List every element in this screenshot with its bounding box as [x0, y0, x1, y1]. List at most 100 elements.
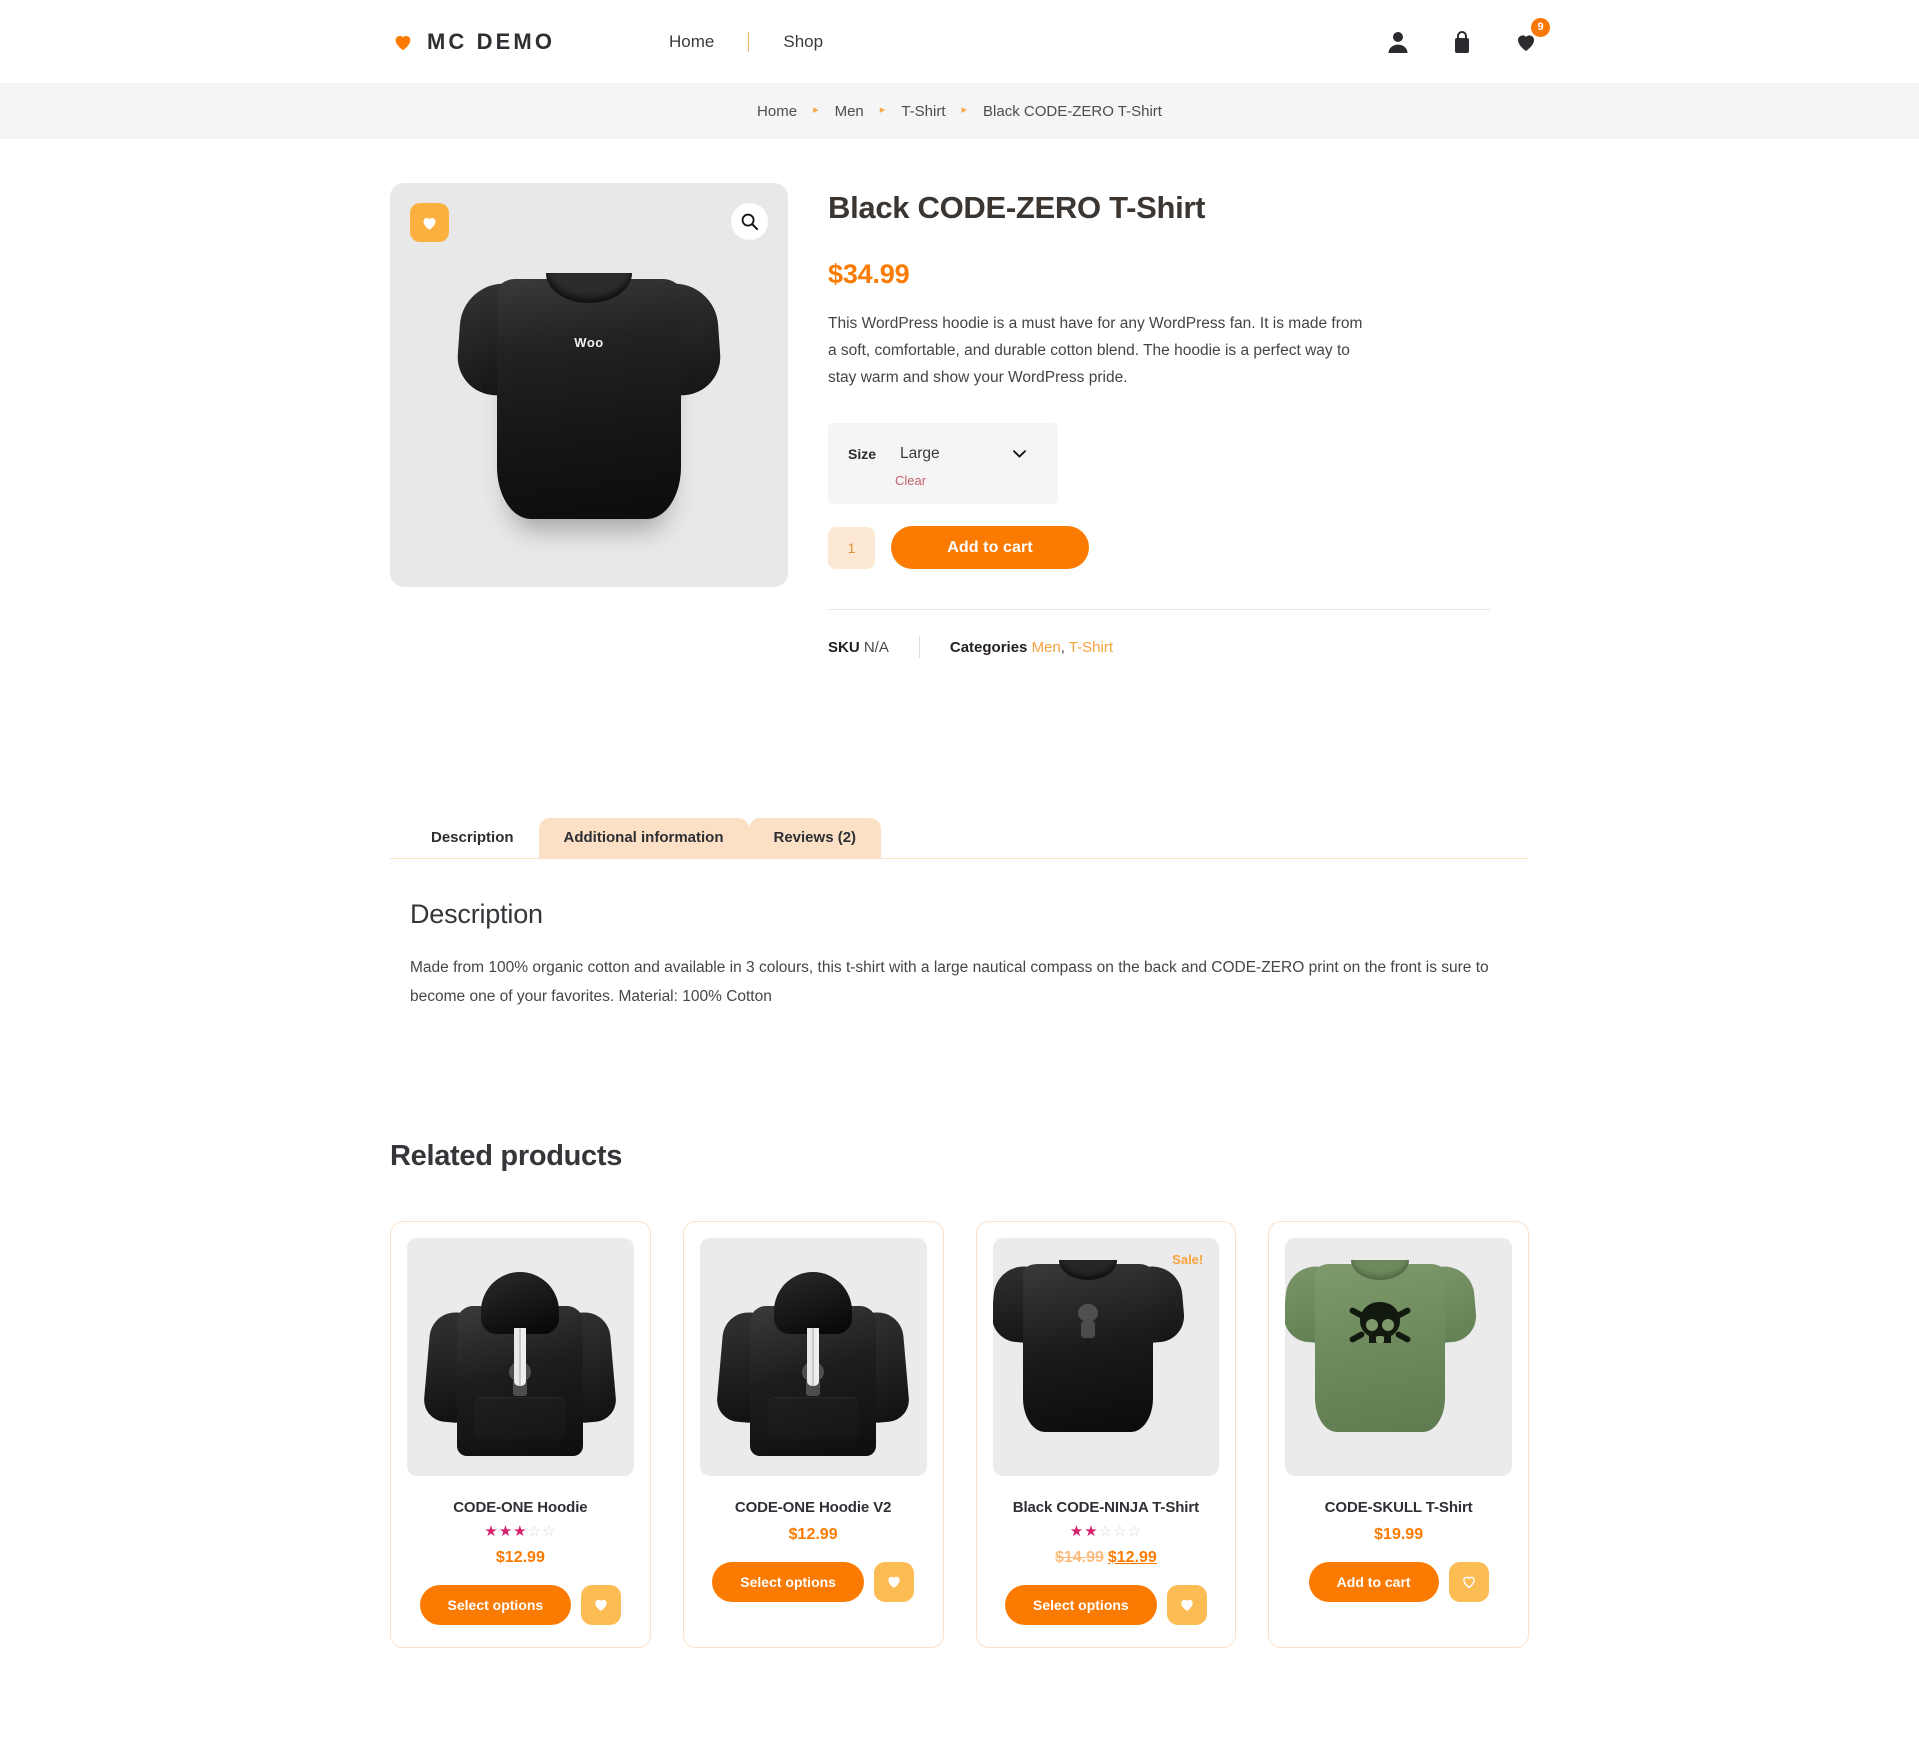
breadcrumb-item-men[interactable]: Men — [835, 103, 864, 120]
sku-value: N/A — [863, 638, 889, 656]
tshirt-art — [992, 1238, 1186, 1443]
breadcrumb-item-current: Black CODE-ZERO T-Shirt — [983, 102, 1162, 120]
nav-divider — [748, 31, 750, 52]
chevron-right-icon: ▸ — [879, 103, 886, 116]
breadcrumb-item-home[interactable]: Home — [757, 103, 797, 120]
breadcrumb-item-tshirt[interactable]: T-Shirt — [901, 103, 945, 120]
heart-icon[interactable] — [1166, 1584, 1207, 1625]
breadcrumb: Home ▸ Men ▸ T-Shirt ▸ Black CODE-ZERO T… — [757, 103, 1162, 120]
heart-icon[interactable] — [581, 1584, 622, 1625]
product-card-image[interactable] — [699, 1237, 927, 1476]
product-card-image[interactable] — [407, 1237, 634, 1476]
site-header: MC DEMO Home Shop 9 — [0, 0, 1919, 83]
quantity-input[interactable] — [828, 526, 875, 569]
product-gallery: Woo — [390, 183, 788, 658]
categories-label: Categories — [949, 638, 1028, 656]
nav-item-shop[interactable]: Shop — [749, 32, 857, 52]
page-title: Black CODE-ZERO T-Shirt — [828, 190, 1206, 225]
size-select[interactable]: Large Medium Small — [896, 441, 1031, 467]
tab-strip: Description Additional information Revie… — [390, 818, 1529, 859]
select-options-button[interactable]: Select options — [1005, 1584, 1157, 1625]
product-meta: SKU N/A Categories Men, T-Shirt — [828, 636, 1476, 659]
product-card-actions: Add to cart — [1285, 1561, 1512, 1602]
meta-vertical-divider — [918, 636, 920, 659]
tab-underline — [390, 858, 1529, 860]
tab-panel-description: Description Made from 100% organic cotto… — [390, 859, 1529, 1011]
cart-icon[interactable] — [1449, 27, 1475, 57]
product-card-title[interactable]: CODE-ONE Hoodie — [407, 1499, 634, 1516]
heart-icon[interactable] — [873, 1561, 914, 1602]
description-heading: Description — [410, 899, 543, 930]
product-card-actions: Select options — [407, 1584, 634, 1625]
wishlist-icon[interactable]: 9 — [1513, 17, 1550, 57]
product-card-title[interactable]: CODE-SKULL T-Shirt — [1285, 1499, 1512, 1516]
product-card-price: $19.99 — [1374, 1525, 1424, 1543]
gallery-image-frame[interactable]: Woo — [390, 183, 788, 587]
product-tabs-section: Description Additional information Revie… — [0, 818, 1919, 1011]
hoodie-art — [422, 1254, 619, 1459]
variation-row-size: Size Large Medium Small — [848, 441, 1038, 467]
original-price: $14.99 — [1054, 1548, 1104, 1566]
product-card[interactable]: Sale! Black CODE-NINJA T-Shirt ★★☆☆☆ $14… — [975, 1220, 1237, 1648]
nav-item-home[interactable]: Home — [635, 32, 748, 52]
select-options-button[interactable]: Select options — [419, 1584, 572, 1625]
account-icon[interactable] — [1385, 27, 1411, 57]
main-navigation: Home Shop — [635, 31, 857, 52]
product-main: Woo Black CODE-ZERO T-Shirt $34.99 This … — [0, 183, 1919, 659]
related-products-grid: CODE-ONE Hoodie ★★★☆☆ $12.99 Select opti… — [390, 1220, 1529, 1648]
product-card-title[interactable]: CODE-ONE Hoodie V2 — [700, 1499, 927, 1516]
header-icon-group: 9 — [1385, 17, 1550, 57]
product-card-image[interactable]: Sale! — [992, 1237, 1220, 1476]
rating-stars: ★★☆☆☆ — [1069, 1522, 1142, 1540]
product-card-title[interactable]: Black CODE-NINJA T-Shirt — [993, 1499, 1220, 1516]
product-card-actions: Select options — [993, 1584, 1220, 1625]
page-bottom-spacer — [0, 1648, 1919, 1744]
magnifier-icon[interactable] — [731, 203, 768, 240]
brand-logo[interactable]: MC DEMO — [392, 29, 555, 55]
product-print-text: Woo — [574, 335, 604, 351]
related-products-section: Related products CODE-ONE Hoodie ★★★☆☆ $… — [0, 1140, 1919, 1648]
add-to-wishlist-button[interactable] — [410, 203, 449, 242]
sale-badge: Sale! — [1172, 1251, 1204, 1267]
rating-stars: ★★★☆☆ — [484, 1522, 557, 1540]
breadcrumb-bar: Home ▸ Men ▸ T-Shirt ▸ Black CODE-ZERO T… — [0, 83, 1919, 139]
product-card[interactable]: CODE-ONE Hoodie V2 $12.99 Select options — [682, 1220, 944, 1648]
product-card-price: $12.99 — [788, 1525, 838, 1543]
tab-reviews[interactable]: Reviews (2) — [748, 818, 882, 859]
related-products-heading: Related products — [390, 1139, 623, 1172]
categories-block: Categories Men, T-Shirt — [950, 639, 1113, 656]
product-short-description: This WordPress hoodie is a must have for… — [828, 315, 1363, 386]
clear-variation-link[interactable]: Clear — [895, 473, 926, 488]
category-link-men[interactable]: Men — [1032, 639, 1061, 656]
brand-name: MC DEMO — [427, 28, 556, 54]
add-to-cart-button[interactable]: Add to cart — [1308, 1561, 1439, 1602]
product-card[interactable]: CODE-SKULL T-Shirt $19.99 Add to cart — [1268, 1220, 1529, 1648]
tshirt-art — [1285, 1238, 1479, 1443]
header-inner: MC DEMO Home Shop 9 — [0, 0, 1919, 83]
tab-additional-information[interactable]: Additional information — [538, 818, 749, 859]
sku-label: SKU — [828, 638, 860, 656]
select-options-button[interactable]: Select options — [712, 1561, 864, 1602]
sku-block: SKU N/A — [828, 639, 889, 656]
sale-price: $12.99 — [1107, 1548, 1157, 1566]
product-card-image[interactable] — [1285, 1237, 1512, 1476]
heart-icon — [392, 31, 414, 53]
product-image: Woo — [455, 243, 723, 543]
meta-divider — [828, 609, 1490, 611]
categories-separator: , — [1060, 638, 1069, 656]
hoodie-art — [715, 1254, 911, 1459]
variations-form: Size Large Medium Small Clear — [828, 423, 1058, 505]
product-card-price: $14.99 $12.99 — [993, 1549, 1220, 1567]
product-price: $34.99 — [828, 259, 910, 290]
add-to-cart-row: Add to cart — [828, 526, 1476, 570]
description-text: Made from 100% organic cotton and availa… — [410, 959, 1489, 1005]
product-card[interactable]: CODE-ONE Hoodie ★★★☆☆ $12.99 Select opti… — [390, 1220, 651, 1648]
product-summary: Black CODE-ZERO T-Shirt $34.99 This Word… — [828, 183, 1490, 659]
add-to-cart-button[interactable]: Add to cart — [891, 526, 1089, 570]
heart-outline-icon[interactable] — [1448, 1561, 1489, 1602]
product-card-price: $12.99 — [495, 1548, 545, 1566]
category-link-tshirt[interactable]: T-Shirt — [1069, 639, 1113, 656]
product-card-actions: Select options — [700, 1561, 927, 1602]
tab-description[interactable]: Description — [406, 818, 539, 859]
chevron-right-icon: ▸ — [813, 103, 819, 116]
